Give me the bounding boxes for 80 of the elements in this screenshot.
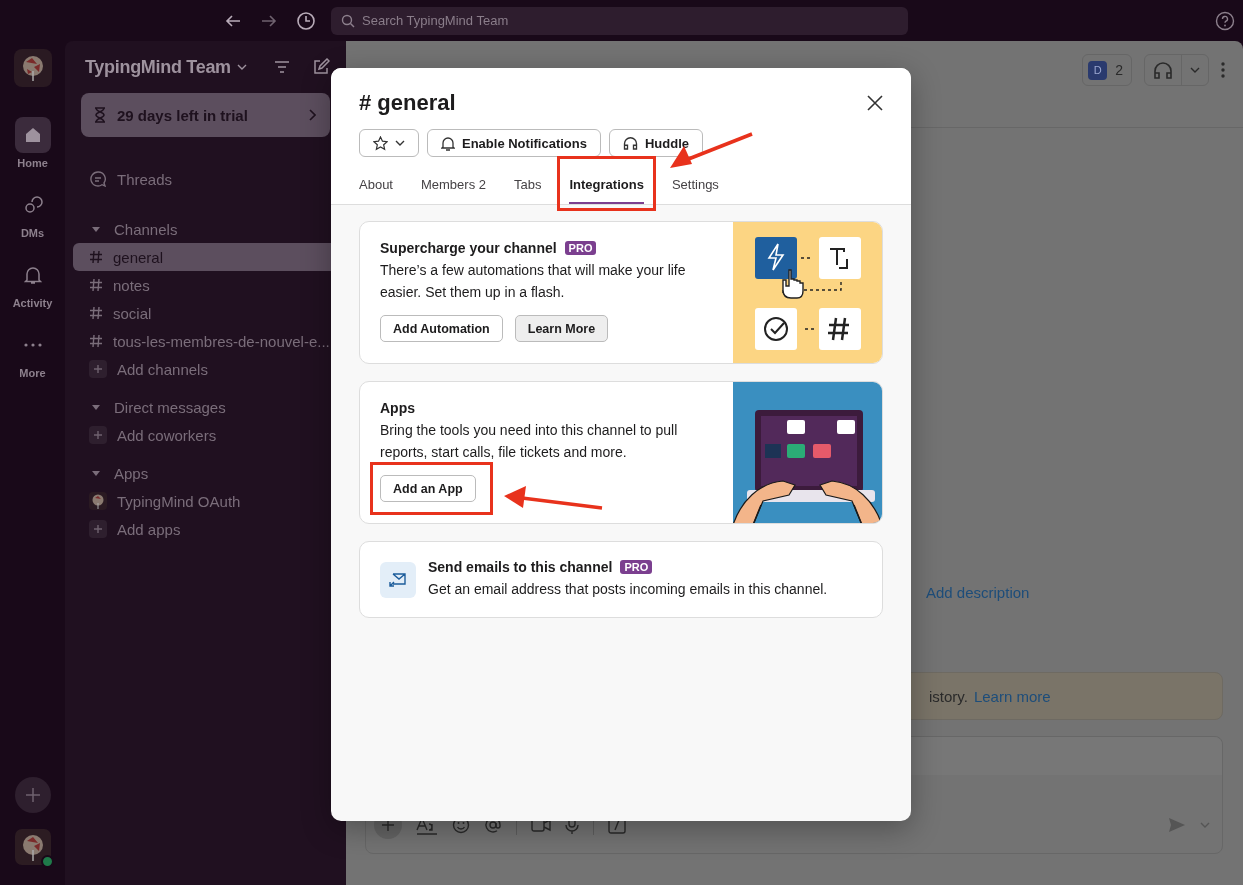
hash-icon	[89, 278, 103, 292]
filter-icon[interactable]	[274, 60, 290, 74]
caret-icon	[1190, 67, 1200, 73]
search-field[interactable]: Search TypingMind Team	[331, 6, 908, 35]
user-avatar-icon[interactable]	[14, 829, 51, 865]
rail-button[interactable]	[14, 117, 51, 153]
card-title: Apps	[380, 400, 415, 416]
learn-more-link[interactable]: Learn more	[973, 687, 1051, 705]
hash-icon	[89, 306, 103, 320]
sidebar-item[interactable]: social	[73, 299, 346, 327]
dialog-title: # general	[359, 90, 456, 116]
threads-item[interactable]: Threads	[73, 165, 346, 193]
trial-banner-button[interactable]: 29 days left in trial	[81, 93, 330, 137]
hash-icon	[89, 250, 103, 264]
more-icon	[23, 343, 42, 347]
card-action-button[interactable]: Add Automation	[380, 315, 503, 342]
sidebar-item[interactable]: tous-les-membres-de-nouvel-e...	[73, 327, 346, 355]
star-icon	[373, 135, 388, 151]
home-icon	[23, 126, 42, 144]
plus-icon	[89, 520, 107, 538]
sidebar-item[interactable]: Add coworkers	[73, 421, 346, 449]
card-title: Send emails to this channel	[428, 559, 613, 575]
rail-label: More	[19, 367, 46, 379]
rail-label: DMs	[20, 227, 45, 239]
card-action-button[interactable]: Learn More	[514, 315, 609, 342]
caret-icon	[395, 140, 405, 146]
hash-icon	[89, 334, 103, 348]
rail-label: Home	[17, 157, 48, 169]
history-icon[interactable]	[296, 10, 316, 31]
bell-icon	[441, 135, 455, 151]
rail-label: Activity	[12, 297, 53, 309]
email-icon	[380, 561, 416, 598]
workspace-name[interactable]: TypingMind Team	[85, 56, 231, 78]
card-action-button[interactable]: Add an App	[380, 475, 476, 502]
huddle-button[interactable]	[1144, 54, 1209, 86]
card-title: Supercharge your channel	[380, 240, 557, 256]
card-description: There’s a few automations that will make your life easier. Set them up in a flash.	[380, 261, 687, 302]
star-dropdown-button[interactable]	[359, 129, 419, 157]
tab[interactable]: Integrations	[569, 165, 644, 204]
help-icon[interactable]	[1215, 10, 1235, 31]
search-icon	[341, 13, 355, 28]
sidebar-item[interactable]: notes	[73, 271, 346, 299]
video-icon[interactable]	[531, 818, 551, 832]
section-header[interactable]: Apps	[73, 459, 346, 487]
member-count: 2	[1115, 62, 1123, 78]
card-description: Bring the tools you need into this channel to pull reports, start calls, file tickets and more.	[380, 421, 679, 462]
chat-bubbles-icon	[22, 195, 43, 215]
tab[interactable]: Members 2	[421, 165, 486, 204]
hourglass-icon	[93, 107, 107, 123]
sidebar-item[interactable]: Add apps	[73, 515, 346, 543]
caret-icon[interactable]	[236, 63, 247, 71]
card-description: Get an email address that posts incoming emails in this channel.	[428, 580, 829, 599]
tab[interactable]: About	[359, 165, 393, 204]
plus-icon	[24, 787, 41, 803]
sidebar-item[interactable]: Add channels	[73, 355, 346, 383]
headphones-icon	[1153, 61, 1173, 79]
workspace-logo-icon[interactable]	[13, 49, 52, 87]
pro-badge: PRO	[564, 241, 597, 255]
member-avatar: D	[1088, 60, 1108, 80]
kebab-menu-icon[interactable]	[1221, 62, 1225, 78]
section-header[interactable]: Direct messages	[73, 393, 346, 421]
section-header[interactable]: Channels	[73, 215, 346, 243]
members-button[interactable]: D 2	[1082, 54, 1132, 86]
plus-icon	[89, 426, 107, 444]
add-workspace-button[interactable]	[14, 777, 51, 813]
headphones-icon	[622, 136, 638, 150]
close-icon[interactable]	[867, 95, 883, 111]
pro-badge: PRO	[620, 560, 653, 574]
banner-text: istory.	[929, 687, 968, 705]
compose-icon[interactable]	[312, 58, 330, 76]
app-logo-icon	[89, 492, 107, 510]
bell-icon	[23, 265, 42, 285]
huddle-button[interactable]: Huddle	[608, 129, 704, 157]
notifications-button[interactable]: Enable Notifications	[427, 129, 601, 157]
plus-icon	[89, 360, 107, 378]
chevron-right-icon	[308, 109, 316, 121]
tab[interactable]: Tabs	[514, 165, 542, 204]
threads-icon	[89, 170, 107, 188]
tab[interactable]: Settings	[671, 165, 719, 204]
sidebar-item[interactable]: TypingMind OAuth	[73, 487, 346, 515]
